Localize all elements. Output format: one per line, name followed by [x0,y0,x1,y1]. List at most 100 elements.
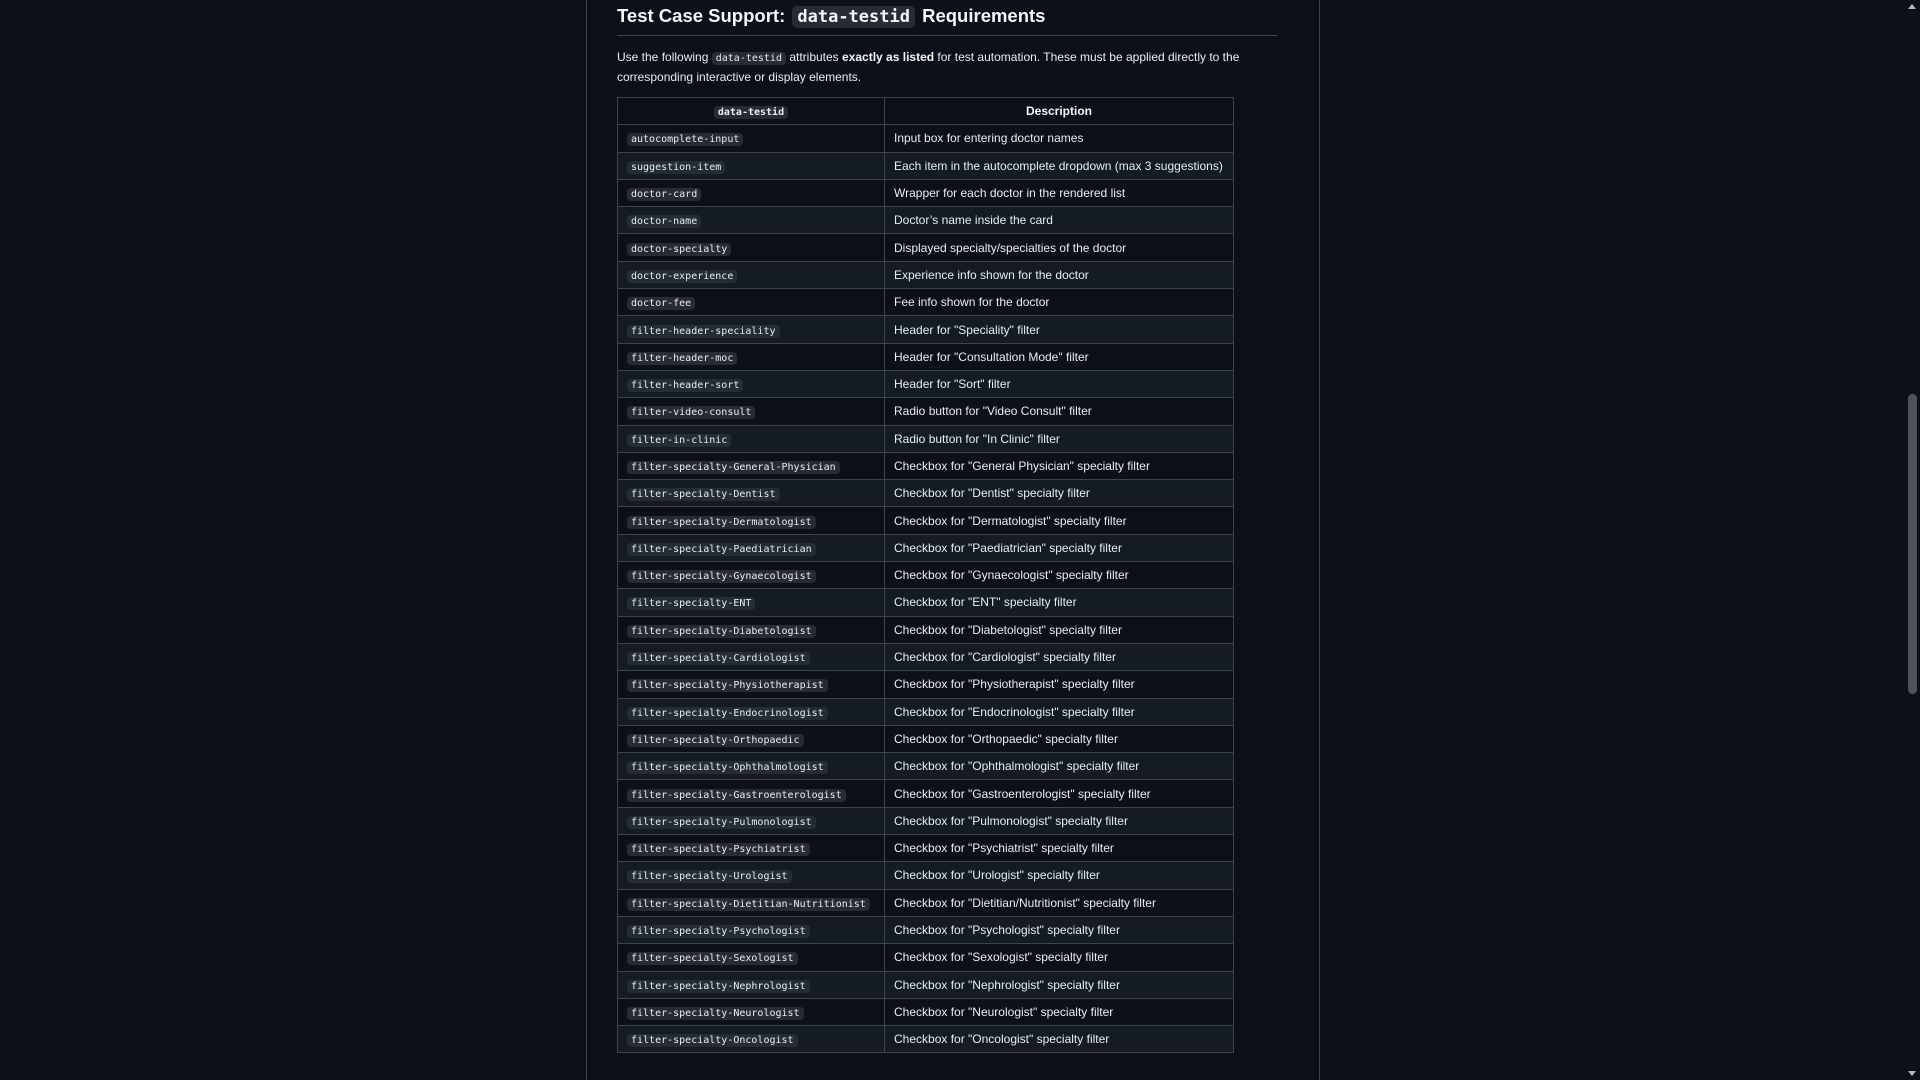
testid-code: filter-specialty-Dentist [627,488,780,502]
testid-cell: filter-specialty-Cardiologist [617,642,885,672]
table-row: doctor-fee Fee info shown for the doctor [617,288,1234,317]
table-row: filter-specialty-Diabetologist Checkbox f… [617,615,1234,644]
table-row: filter-header-moc Header for "Consultatio… [617,342,1234,371]
intro-before: Use the following [617,50,709,64]
testid-code: filter-specialty-Oncologist [627,1034,798,1048]
description-cell: Checkbox for "Orthopaedic" specialty fil… [884,724,1234,754]
testid-code: filter-specialty-Neurologist [627,1006,804,1020]
description-cell: Checkbox for "Physiotherapist" specialty… [884,670,1234,699]
table-row: filter-specialty-Gastroenterologist Check… [617,779,1234,808]
description-cell: Checkbox for "General Physician" special… [884,451,1234,481]
testid-cell: filter-in-clinic [617,424,885,453]
testid-cell: doctor-specialty [617,233,885,262]
testid-cell: doctor-fee [617,288,885,317]
testid-code: filter-specialty-Physiotherapist [627,679,828,693]
testid-code: autocomplete-input [627,133,744,147]
testid-cell: doctor-experience [617,260,885,290]
description-cell: Header for "Sort" filter [884,369,1234,399]
description-cell: Checkbox for "Dermatologist" specialty f… [884,506,1234,535]
description-cell: Wrapper for each doctor in the rendered … [884,178,1234,208]
table-row: filter-specialty-Ophthalmologist Checkbox… [617,752,1234,781]
testid-code: filter-specialty-ENT [627,597,756,611]
table-row: doctor-name Doctor’s name inside the card [617,206,1234,235]
testid-cell: filter-header-speciality [617,315,885,344]
testid-code: suggestion-item [627,160,726,174]
description-cell: Checkbox for "Psychologist" specialty fi… [884,915,1234,945]
description-cell: Radio button for "In Clinic" filter [884,424,1234,453]
testid-code: filter-header-speciality [627,324,780,338]
description-cell: Fee info shown for the doctor [884,288,1234,317]
testid-cell: filter-specialty-Gastroenterologist [617,779,885,808]
description-cell: Checkbox for "ENT" specialty filter [884,588,1234,617]
article-content: Test Case Support: data-testid Requireme… [617,0,1277,1054]
description-cell: Checkbox for "Gastroenterologist" specia… [884,779,1234,808]
testid-code: filter-specialty-Diabetologist [627,624,816,638]
table-row: doctor-card Wrapper for each doctor in th… [617,178,1234,208]
description-cell: Checkbox for "Pulmonologist" specialty f… [884,806,1234,836]
table-row: filter-specialty-General-Physician Checkb… [617,451,1234,481]
description-cell: Checkbox for "Ophthalmologist" specialty… [884,752,1234,781]
vertical-scrollbar[interactable] [1905,0,1920,1080]
testid-code: filter-in-clinic [627,433,732,447]
heading-prefix: Test Case Support: [617,5,786,26]
intro-middle: attributes [789,50,839,64]
testid-cell: autocomplete-input [617,124,885,153]
table-row: filter-specialty-Dermatologist Checkbox f… [617,506,1234,535]
table-row: filter-specialty-Dentist Checkbox for "De… [617,479,1234,508]
description-cell: Checkbox for "Cardiologist" specialty fi… [884,642,1234,672]
testid-cell: filter-specialty-Sexologist [617,943,885,972]
testid-code: filter-specialty-Gastroenterologist [627,788,846,802]
testid-cell: filter-specialty-Psychologist [617,915,885,945]
testid-cell: filter-specialty-Psychiatrist [617,834,885,863]
table-row: filter-specialty-Neurologist Checkbox for… [617,997,1234,1027]
testid-cell: doctor-card [617,178,885,208]
heading-suffix: Requirements [922,5,1046,26]
description-cell: Checkbox for "Urologist" specialty filte… [884,861,1234,890]
testid-code: doctor-experience [627,269,738,283]
scroll-down-arrow-icon[interactable] [1908,1071,1916,1076]
table-row: doctor-specialty Displayed specialty/spec… [617,233,1234,262]
table-row: filter-specialty-Endocrinologist Checkbox… [617,697,1234,726]
table-row: doctor-experience Experience info shown f… [617,260,1234,290]
description-cell: Checkbox for "Neurologist" specialty fil… [884,997,1234,1027]
testid-code: filter-specialty-Cardiologist [627,652,810,666]
description-cell: Input box for entering doctor names [884,124,1234,153]
scrollbar-thumb[interactable] [1908,394,1917,694]
intro-bold: exactly as listed [842,50,935,64]
table-row: filter-specialty-Psychiatrist Checkbox fo… [617,834,1234,863]
table-row: filter-specialty-Dietitian-Nutritionist C… [617,888,1234,917]
table-row: filter-specialty-Paediatrician Checkbox f… [617,533,1234,563]
testid-code: filter-specialty-Gynaecologist [627,570,816,584]
description-cell: Checkbox for "Endocrinologist" specialty… [884,697,1234,726]
table-body: autocomplete-input Input box for entering… [617,124,1234,1054]
table-header-row: data-testid Description [617,96,1234,126]
testid-cell: filter-header-moc [617,342,885,371]
testid-cell: filter-specialty-Orthopaedic [617,724,885,754]
description-cell: Doctor’s name inside the card [884,206,1234,235]
testid-code: doctor-card [627,188,702,202]
description-cell: Checkbox for "Nephrologist" specialty fi… [884,970,1234,999]
scroll-up-arrow-icon[interactable] [1908,4,1916,9]
testid-cell: filter-specialty-Pulmonologist [617,806,885,836]
testid-cell: filter-specialty-Dietitian-Nutritionist [617,888,885,917]
page: Test Case Support: data-testid Requireme… [0,0,1920,1080]
header-testid-code: data-testid [713,106,789,120]
testid-cell: filter-specialty-Neurologist [617,997,885,1027]
testid-cell: filter-specialty-Urologist [617,861,885,890]
testid-cell: filter-specialty-Oncologist [617,1025,885,1054]
testid-cell: filter-specialty-Gynaecologist [617,561,885,590]
description-cell: Header for "Consultation Mode" filter [884,342,1234,371]
description-cell: Checkbox for "Sexologist" specialty filt… [884,943,1234,972]
testid-cell: filter-specialty-Dentist [617,479,885,508]
description-cell: Experience info shown for the doctor [884,260,1234,290]
testid-code: filter-specialty-Urologist [627,870,792,884]
description-cell: Checkbox for "Dentist" specialty filter [884,479,1234,508]
description-cell: Each item in the autocomplete dropdown (… [884,151,1234,180]
testid-code: filter-header-moc [627,351,738,365]
description-cell: Checkbox for "Psychiatrist" specialty fi… [884,834,1234,863]
testid-cell: filter-specialty-Physiotherapist [617,670,885,699]
testid-code: doctor-name [627,215,702,229]
testid-cell: filter-specialty-Nephrologist [617,970,885,999]
table-row: suggestion-item Each item in the autocomp… [617,151,1234,180]
testid-cell: doctor-name [617,206,885,235]
